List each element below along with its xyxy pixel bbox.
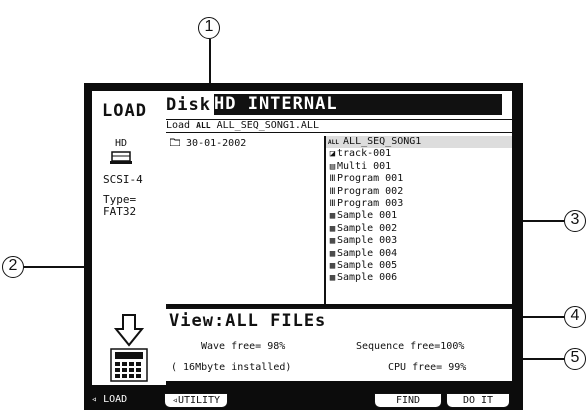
program-icon: Ⅲ — [329, 186, 336, 197]
sequence-free: Sequence free=100% — [356, 341, 465, 352]
folder-tree[interactable]: 30-01-2002 — [169, 138, 320, 302]
view-filter-label: View:ALL FILEs — [169, 311, 327, 331]
do-it-button-label: DO IT — [462, 395, 494, 406]
file-list[interactable]: ALL ALL_SEQ_SONG1 ◪ track-001 ▤ Multi 001 … — [324, 136, 512, 304]
file-name: ALL_SEQ_SONG1 — [343, 136, 422, 147]
file-name: Sample 004 — [337, 247, 398, 259]
file-name: Sample 001 — [337, 210, 398, 222]
hd-device: HD — [110, 138, 132, 165]
hd-label: HD — [114, 138, 128, 149]
load-path-name: ALL_SEQ_SONG1.ALL — [216, 120, 319, 131]
scsi-id: SCSI-4 — [103, 173, 143, 186]
mode-title: LOAD — [102, 101, 147, 121]
disk-header: Disk: HD INTERNAL — [166, 91, 512, 121]
view-filter[interactable]: View:ALL FILEs — [166, 307, 512, 335]
file-name: Program 001 — [337, 173, 404, 185]
sample-icon: ▦ — [329, 211, 336, 222]
disk-select-field[interactable]: HD INTERNAL — [214, 94, 502, 115]
device-screen: LOAD HD SCSI-4 Type= FAT32 Disk: HD INTE… — [84, 83, 523, 410]
function-bar: ◃ LOAD ◃UTILITY FIND DO IT — [84, 390, 523, 410]
file-browser: Load ALL ALL_SEQ_SONG1.ALL 30-01-2002 AL… — [166, 120, 512, 304]
load-tab[interactable]: ◃ LOAD — [88, 393, 127, 406]
file-name: Sample 006 — [337, 272, 398, 284]
file-row[interactable]: ⅢProgram 002 — [326, 186, 512, 198]
sample-icon: ▦ — [329, 223, 336, 234]
callout-3: 3 — [564, 210, 586, 232]
utility-tab-label: UTILITY — [177, 395, 221, 406]
file-name: track-001 — [337, 148, 392, 160]
callout-1: 1 — [198, 17, 220, 39]
folder-name[interactable]: 30-01-2002 — [186, 138, 246, 149]
memory-status: Wave free= 98% Sequence free=100% ( 16Mb… — [166, 333, 512, 381]
file-name: Program 002 — [337, 185, 404, 197]
do-it-button[interactable]: DO IT — [446, 393, 510, 408]
file-row[interactable]: ▦ Sample 003 — [326, 235, 512, 247]
all-file-icon: ALL — [196, 121, 211, 130]
file-name: Sample 002 — [337, 222, 398, 234]
sample-icon: ▦ — [329, 273, 336, 284]
track-icon: ◪ — [329, 149, 336, 160]
wave-free: Wave free= 98% — [201, 341, 286, 352]
file-row[interactable]: ▦ Sample 005 — [326, 260, 512, 272]
sample-icon: ▦ — [329, 260, 336, 271]
file-row[interactable]: ▦ Sample 002 — [326, 223, 512, 235]
load-path-prefix: Load — [166, 120, 191, 131]
callout-5: 5 — [564, 348, 586, 370]
file-name: Sample 005 — [337, 259, 398, 271]
file-row[interactable]: ⅢProgram 001 — [326, 173, 512, 185]
sample-icon: ▦ — [329, 236, 336, 247]
hard-disk-icon — [110, 151, 132, 164]
load-path: Load ALL ALL_SEQ_SONG1.ALL — [166, 120, 512, 133]
file-row[interactable]: ▦ Sample 004 — [326, 248, 512, 260]
left-panel: LOAD HD SCSI-4 Type= FAT32 — [92, 91, 168, 335]
load-arrow-icon — [114, 314, 144, 347]
find-button[interactable]: FIND — [374, 393, 442, 408]
cpu-free: CPU free= 99% — [388, 362, 467, 373]
program-icon: Ⅲ — [329, 198, 336, 209]
file-row[interactable]: ALL ALL_SEQ_SONG1 — [326, 136, 512, 149]
file-row[interactable]: ▦ Sample 001 — [326, 210, 512, 222]
tab-arrow-icon: ◃ — [91, 394, 98, 405]
program-icon: Ⅲ — [329, 174, 336, 185]
file-row[interactable]: ◪ track-001 — [326, 148, 512, 160]
folder-icon — [169, 138, 186, 149]
installed-memory: ( 16Mbyte installed) — [171, 362, 292, 373]
utility-tab[interactable]: ◃UTILITY — [164, 393, 228, 408]
load-tab-label: LOAD — [103, 394, 128, 405]
filesystem-type: Type= FAT32 — [103, 194, 136, 218]
find-button-label: FIND — [395, 395, 421, 406]
file-row[interactable]: ▤ Multi 001 — [326, 161, 512, 173]
file-name: Program 003 — [337, 197, 404, 209]
file-name: Sample 003 — [337, 235, 398, 247]
file-row[interactable]: ⅢProgram 003 — [326, 198, 512, 210]
callout-4: 4 — [564, 306, 586, 328]
file-row[interactable]: ▦ Sample 006 — [326, 272, 512, 284]
callout-2: 2 — [2, 256, 24, 278]
type-value: FAT32 — [103, 205, 137, 218]
multi-icon: ▤ — [329, 161, 336, 172]
file-name: Multi 001 — [337, 160, 392, 172]
sample-icon: ▦ — [329, 248, 336, 259]
disk-value: HD INTERNAL — [214, 94, 338, 114]
